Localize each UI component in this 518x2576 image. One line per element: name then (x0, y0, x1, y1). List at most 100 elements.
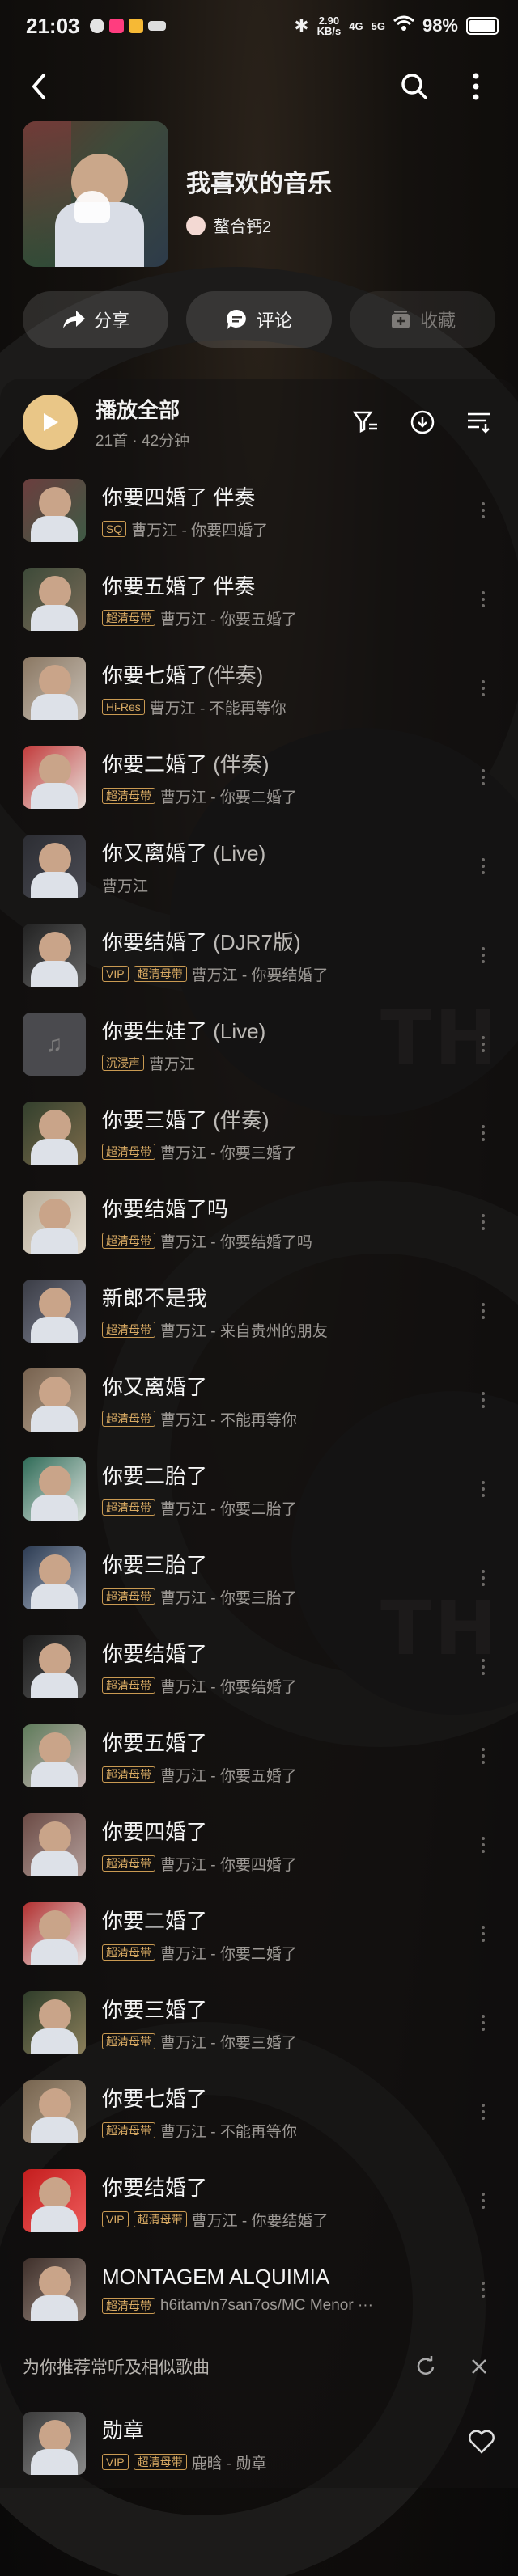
battery-percent: 98% (422, 15, 458, 36)
play-all-label[interactable]: 播放全部 (96, 394, 189, 424)
song-title: 你要二婚了 (102, 1908, 208, 1933)
recommend-song-row[interactable]: 勋章 VIP 超清母带 鹿晗 - 勋章 (0, 2399, 518, 2488)
play-all-summary: 21首 · 42分钟 (96, 433, 190, 450)
playlist-cover[interactable] (23, 121, 168, 267)
song-row[interactable]: 你要五婚了 超清母带 曹万江 - 你要五婚了 (0, 1711, 518, 1800)
song-more-button[interactable] (471, 769, 495, 785)
song-more-button[interactable] (471, 1659, 495, 1675)
quality-badge: VIP (102, 2211, 129, 2227)
song-more-button[interactable] (471, 1392, 495, 1408)
more-button[interactable] (453, 64, 499, 109)
song-row[interactable]: 新郎不是我 超清母带 曹万江 - 来自贵州的朋友 (0, 1267, 518, 1356)
refresh-icon (417, 2356, 435, 2375)
play-all-button[interactable] (23, 395, 78, 450)
quality-badge: 超清母带 (102, 1411, 155, 1427)
song-title: 你要二胎了 (102, 1463, 208, 1488)
comment-icon (227, 309, 246, 329)
song-row[interactable]: 你要结婚了 超清母带 曹万江 - 你要结婚了 (0, 1622, 518, 1711)
favorite-button[interactable]: 收藏 (350, 291, 495, 348)
song-title: 你要五婚了 伴奏 (102, 573, 256, 599)
refresh-button[interactable] (410, 2350, 442, 2383)
song-row[interactable]: 你又离婚了 (Live) 曹万江 (0, 822, 518, 911)
song-artist-album: 曹万江 - 不能再等你 (160, 1411, 297, 1429)
song-cover (23, 657, 86, 720)
song-more-button[interactable] (471, 502, 495, 518)
comment-button[interactable]: 评论 (186, 291, 332, 348)
download-button[interactable] (406, 406, 439, 438)
song-cover (23, 2412, 86, 2475)
song-title: 你要三胎了 (102, 1552, 208, 1577)
song-more-button[interactable] (471, 1214, 495, 1230)
song-row[interactable]: 你要二婚了 超清母带 曹万江 - 你要二婚了 (0, 1889, 518, 1978)
filter-button[interactable] (350, 406, 382, 438)
sort-list-icon (468, 412, 490, 434)
owner-name: 螯合钙2 (214, 218, 272, 236)
song-more-button[interactable] (471, 1926, 495, 1942)
back-button[interactable] (19, 67, 58, 106)
song-row[interactable]: 你要三胎了 超清母带 曹万江 - 你要三胎了 (0, 1533, 518, 1622)
playlist-owner[interactable]: 螯合钙2 (186, 214, 332, 237)
search-button[interactable] (392, 64, 437, 109)
quality-badge: 超清母带 (102, 1322, 155, 1338)
song-row[interactable]: 你要五婚了 伴奏 超清母带 曹万江 - 你要五婚了 (0, 555, 518, 644)
add-collection-icon (391, 311, 410, 328)
song-row[interactable]: 你要三婚了 超清母带 曹万江 - 你要三婚了 (0, 1978, 518, 2067)
song-more-button[interactable] (471, 947, 495, 963)
song-more-button[interactable] (471, 858, 495, 874)
song-row[interactable]: MONTAGEM ALQUIMIA 超清母带 h6itam/n7san7os/MC … (0, 2245, 518, 2334)
song-more-button[interactable] (471, 2282, 495, 2298)
like-button[interactable] (468, 2430, 495, 2458)
song-title: 你要结婚了 (102, 1641, 208, 1666)
song-row[interactable]: 你要结婚了 VIP 超清母带 曹万江 - 你要结婚了 (0, 2156, 518, 2245)
song-row[interactable]: 你要结婚了吗 超清母带 曹万江 - 你要结婚了吗 (0, 1178, 518, 1267)
song-title: 你要五婚了 (102, 1730, 208, 1755)
chevron-left-icon (32, 74, 45, 99)
song-cover (23, 1902, 86, 1965)
quality-badge: Hi-Res (102, 699, 145, 715)
song-more-button[interactable] (471, 1481, 495, 1497)
song-more-button[interactable] (471, 591, 495, 607)
song-row[interactable]: ♫ 你要生娃了 (Live) 沉浸声 曹万江 (0, 1000, 518, 1089)
song-more-button[interactable] (471, 1125, 495, 1141)
share-button[interactable]: 分享 (23, 291, 168, 348)
share-icon (62, 311, 85, 328)
song-row[interactable]: 你要七婚了(伴奏) Hi-Res 曹万江 - 不能再等你 (0, 644, 518, 733)
song-artist-album: 曹万江 - 你要五婚了 (160, 1767, 297, 1785)
song-artist-album: 曹万江 - 不能再等你 (160, 2123, 297, 2141)
sort-button[interactable] (463, 406, 495, 438)
song-row[interactable]: 你要七婚了 超清母带 曹万江 - 不能再等你 (0, 2067, 518, 2156)
play-all-row: 播放全部 21首 · 42分钟 (0, 379, 518, 466)
quality-badge: 超清母带 (102, 1855, 155, 1872)
song-more-button[interactable] (471, 2104, 495, 2120)
quality-badge: VIP (102, 966, 129, 982)
song-cover (23, 1546, 86, 1609)
song-row[interactable]: 你又离婚了 超清母带 曹万江 - 不能再等你 (0, 1356, 518, 1445)
song-more-button[interactable] (471, 2015, 495, 2031)
song-row[interactable]: 你要二胎了 超清母带 曹万江 - 你要二胎了 (0, 1445, 518, 1533)
song-cover (23, 1991, 86, 2054)
signal-5g: 5G (371, 19, 385, 32)
filter-icon (353, 411, 377, 434)
song-row[interactable]: 你要结婚了 (DJR7版) VIP 超清母带 曹万江 - 你要结婚了 (0, 911, 518, 1000)
song-artist-album: 曹万江 - 来自贵州的朋友 (160, 1322, 328, 1340)
song-row[interactable]: 你要二婚了 (伴奏) 超清母带 曹万江 - 你要二婚了 (0, 733, 518, 822)
close-icon (472, 2359, 486, 2374)
quality-badge: 超清母带 (102, 2033, 155, 2049)
quality-badge: 超清母带 (133, 966, 187, 982)
song-row[interactable]: 你要三婚了 (伴奏) 超清母带 曹万江 - 你要三婚了 (0, 1089, 518, 1178)
song-more-button[interactable] (471, 1036, 495, 1052)
download-icon (410, 410, 435, 434)
song-more-button[interactable] (471, 2193, 495, 2209)
song-cover (23, 2258, 86, 2321)
song-more-button[interactable] (471, 1748, 495, 1764)
song-more-button[interactable] (471, 680, 495, 696)
song-more-button[interactable] (471, 1303, 495, 1319)
song-title: 你要生娃了 (Live) (102, 1018, 266, 1043)
song-more-button[interactable] (471, 1570, 495, 1586)
quality-badge: 超清母带 (102, 1677, 155, 1694)
song-more-button[interactable] (471, 1837, 495, 1853)
song-row[interactable]: 你要四婚了 超清母带 曹万江 - 你要四婚了 (0, 1800, 518, 1889)
close-button[interactable] (463, 2350, 495, 2383)
song-row[interactable]: 你要四婚了 伴奏 SQ 曹万江 - 你要四婚了 (0, 466, 518, 555)
song-title: MONTAGEM ALQUIMIA (102, 2265, 330, 2289)
